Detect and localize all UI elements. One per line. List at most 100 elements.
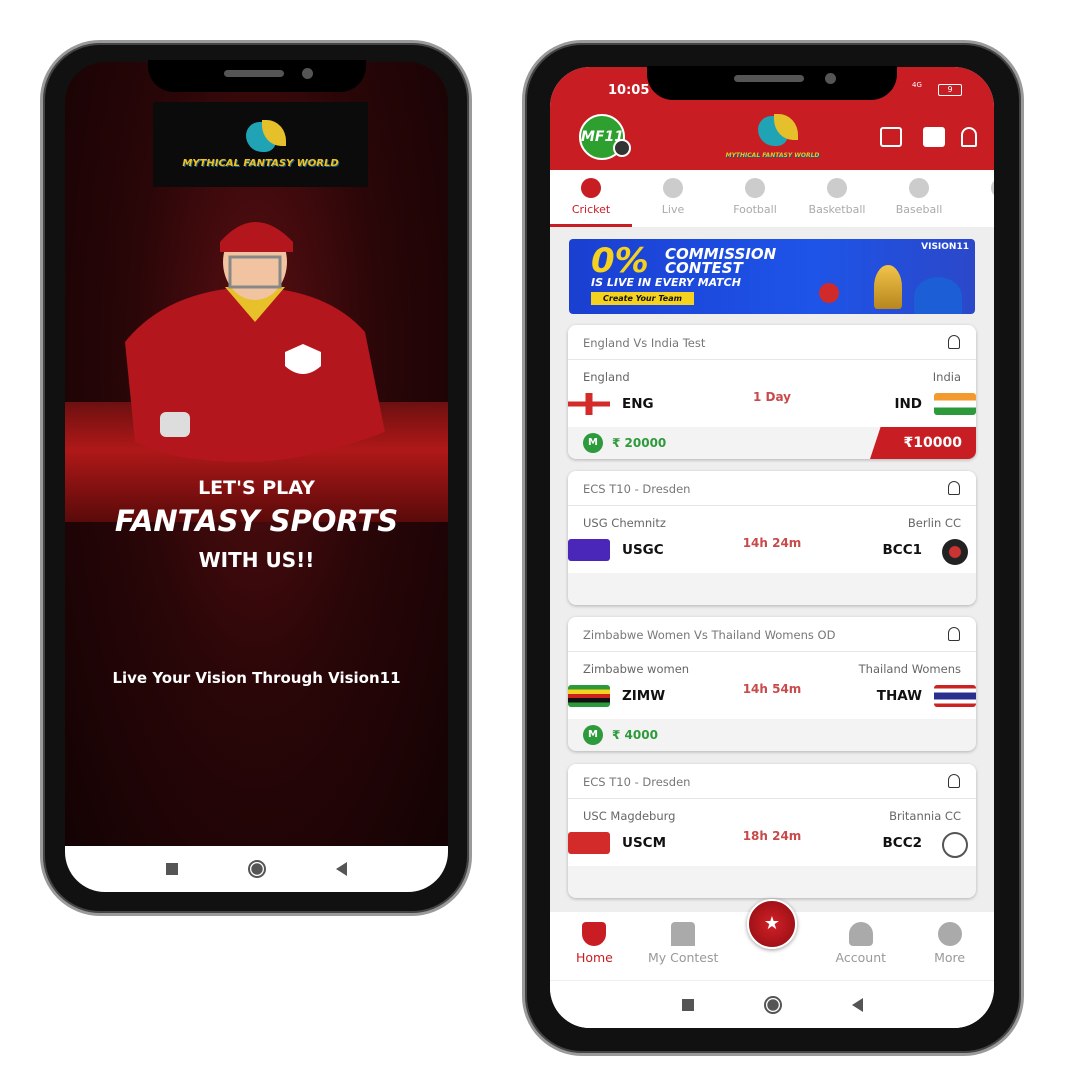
tab-cricket[interactable]: Cricket bbox=[550, 170, 632, 227]
battery-level: 9 bbox=[947, 85, 953, 94]
mega-badge: M bbox=[583, 433, 603, 453]
tab-baseball[interactable]: Baseball bbox=[878, 170, 960, 227]
match-card[interactable]: ECS T10 - Dresden USG Chemnitz Berlin CC… bbox=[568, 471, 976, 605]
cricket-ball-icon bbox=[581, 178, 601, 198]
account-icon bbox=[848, 922, 873, 946]
nav-label: My Contest bbox=[647, 950, 719, 965]
nav-label: More bbox=[934, 950, 966, 965]
dragon-logo-icon bbox=[236, 120, 286, 158]
home-nav-icon[interactable] bbox=[763, 995, 782, 1014]
home-team-name: England bbox=[583, 370, 630, 384]
home-screen: 10:05 9 4G MF11 MYTHICAL FANTASY WORLD C… bbox=[550, 67, 994, 1028]
cricket-ball-icon bbox=[819, 283, 839, 303]
bell-icon[interactable] bbox=[961, 127, 977, 147]
notch bbox=[647, 66, 897, 100]
tab-label: Ha bbox=[993, 203, 994, 216]
live-broadcast-icon bbox=[663, 178, 683, 198]
leaderboard-button[interactable]: ★ bbox=[747, 899, 797, 949]
nav-home[interactable]: Home bbox=[550, 912, 639, 980]
bell-icon[interactable] bbox=[948, 627, 960, 641]
back-icon[interactable] bbox=[851, 997, 863, 1012]
away-team-name: Berlin CC bbox=[907, 516, 961, 530]
sport-tabs: Cricket Live Football Basketball Basebal… bbox=[550, 170, 994, 227]
podium-icon: ★ bbox=[763, 913, 781, 934]
prize-amount: ₹10000 bbox=[903, 435, 962, 451]
speaker bbox=[224, 70, 284, 77]
home-nav-icon[interactable] bbox=[248, 860, 266, 878]
home-team-name: Zimbabwe women bbox=[583, 662, 690, 676]
camera bbox=[825, 73, 836, 84]
thailand-flag-icon bbox=[934, 685, 976, 707]
splash-line-3: WITH US!! bbox=[198, 548, 315, 572]
recents-icon[interactable] bbox=[681, 998, 694, 1011]
splash-screen: MYTHICAL FANTASY WORLD LET'S PLAY FANTAS… bbox=[65, 62, 448, 892]
match-card[interactable]: Zimbabwe Women Vs Thailand Womens OD Zim… bbox=[568, 617, 976, 751]
football-icon bbox=[745, 178, 765, 198]
home-shield-icon bbox=[582, 922, 607, 946]
handball-icon bbox=[991, 178, 994, 198]
logo-text: MYTHICAL FANTASY WORLD bbox=[182, 158, 339, 169]
prize-pool-badge: ₹10000 bbox=[870, 427, 976, 459]
tab-label: Football bbox=[733, 203, 777, 216]
app-logo: MYTHICAL FANTASY WORLD bbox=[725, 105, 820, 167]
status-time: 10:05 bbox=[608, 83, 650, 98]
menu-icon[interactable] bbox=[613, 139, 631, 157]
away-team-name: Thailand Womens bbox=[858, 662, 961, 676]
tab-live[interactable]: Live bbox=[632, 170, 714, 227]
create-team-button[interactable]: Create Your Team bbox=[591, 292, 694, 305]
speaker bbox=[734, 75, 804, 82]
tab-football[interactable]: Football bbox=[714, 170, 796, 227]
nav-label: Account bbox=[835, 950, 887, 965]
nav-label: Home bbox=[575, 950, 613, 965]
nav-my-contest[interactable]: My Contest bbox=[639, 912, 728, 980]
away-team-code: BCC1 bbox=[882, 542, 923, 558]
splash-tagline: Live Your Vision Through Vision11 bbox=[112, 669, 401, 687]
promo-banner[interactable]: 0% COMMISSION CONTEST IS LIVE IN EVERY M… bbox=[569, 239, 975, 314]
recents-icon[interactable] bbox=[166, 863, 178, 875]
away-team-name: India bbox=[932, 370, 961, 384]
tab-label: Cricket bbox=[571, 203, 611, 216]
bell-icon[interactable] bbox=[948, 481, 960, 495]
tab-label: Live bbox=[661, 203, 685, 216]
match-title: ECS T10 - Dresden bbox=[583, 775, 691, 789]
logo-text: MYTHICAL FANTASY WORLD bbox=[725, 151, 820, 159]
trophy-icon bbox=[671, 922, 696, 946]
tab-handball[interactable]: Ha bbox=[960, 170, 994, 227]
cricketer-illustration bbox=[125, 222, 385, 462]
tab-label: Baseball bbox=[895, 203, 943, 216]
bcc2-logo-icon bbox=[942, 832, 968, 858]
mega-badge: M bbox=[583, 725, 603, 745]
nav-account[interactable]: Account bbox=[816, 912, 905, 980]
match-title: England Vs India Test bbox=[583, 336, 706, 350]
battery-indicator: 9 bbox=[938, 84, 962, 96]
trophy-icon bbox=[874, 265, 902, 309]
away-team-name: Britannia CC bbox=[889, 809, 961, 823]
home-team-name: USC Magdeburg bbox=[583, 809, 676, 823]
match-title: Zimbabwe Women Vs Thailand Womens OD bbox=[583, 628, 836, 642]
wallet-icon[interactable] bbox=[923, 127, 945, 147]
splash-line-2: FANTASY SPORTS bbox=[114, 504, 399, 538]
back-icon[interactable] bbox=[336, 862, 347, 876]
bell-icon[interactable] bbox=[948, 774, 960, 788]
bell-icon[interactable] bbox=[948, 335, 960, 349]
match-card[interactable]: ECS T10 - Dresden USC Magdeburg Britanni… bbox=[568, 764, 976, 898]
india-flag-icon bbox=[934, 393, 976, 415]
home-team-name: USG Chemnitz bbox=[583, 516, 666, 530]
match-title: ECS T10 - Dresden bbox=[583, 482, 691, 496]
away-team-code: THAW bbox=[876, 688, 922, 704]
tab-basketball[interactable]: Basketball bbox=[796, 170, 878, 227]
android-nav-bar bbox=[550, 980, 994, 1028]
mega-amount: ₹ 20000 bbox=[612, 436, 667, 450]
app-logo: MYTHICAL FANTASY WORLD bbox=[153, 102, 368, 187]
baseball-icon bbox=[909, 178, 929, 198]
bcc1-logo-icon bbox=[942, 539, 968, 565]
nav-more[interactable]: More bbox=[905, 912, 994, 980]
banner-percent: 0% bbox=[591, 241, 649, 281]
basketball-icon bbox=[827, 178, 847, 198]
away-team-code: BCC2 bbox=[882, 835, 923, 851]
splash-line-1: LET'S PLAY bbox=[198, 477, 315, 499]
camera bbox=[302, 68, 313, 79]
match-card[interactable]: England Vs India Test England India ENG … bbox=[568, 325, 976, 459]
android-nav-bar bbox=[65, 846, 448, 892]
chat-icon[interactable] bbox=[880, 127, 902, 147]
